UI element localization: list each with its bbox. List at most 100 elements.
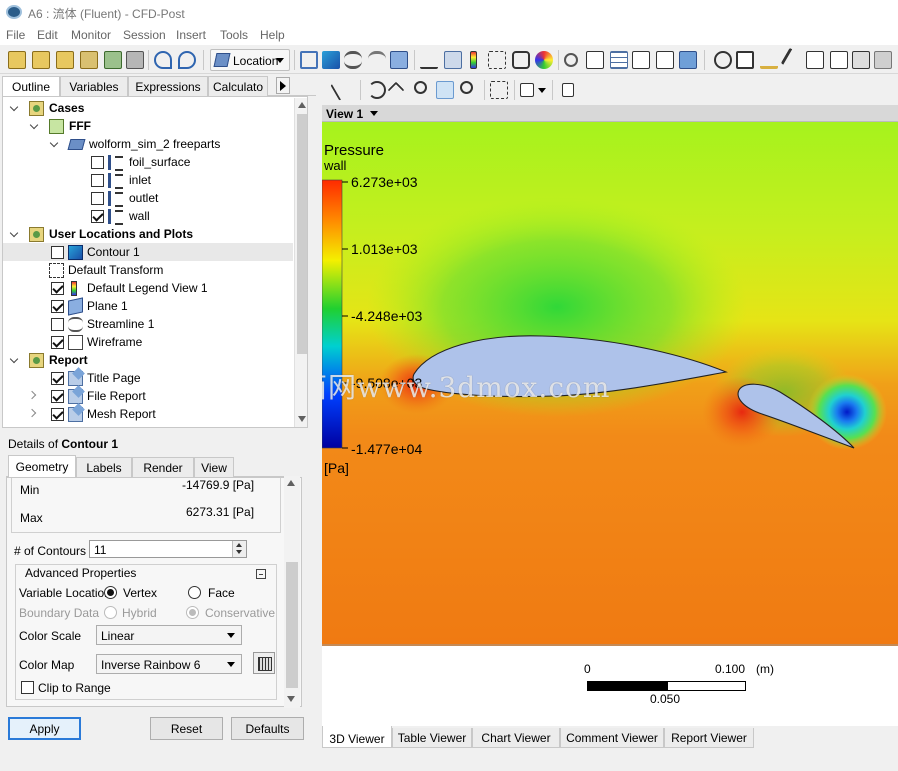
legend-icon[interactable]	[470, 51, 477, 69]
tree-item-boundary[interactable]: wall	[3, 207, 293, 225]
new-case-icon[interactable]	[8, 51, 26, 69]
tree-item-plane[interactable]: Plane 1	[3, 297, 293, 316]
zoom-box-icon[interactable]	[436, 81, 454, 99]
scroll-up-icon[interactable]	[287, 480, 295, 486]
timestep-clock-icon[interactable]	[714, 51, 732, 69]
visibility-checkbox[interactable]	[91, 210, 104, 223]
spin-arrows-icon[interactable]	[232, 541, 246, 557]
expand-arrow-icon[interactable]	[51, 139, 60, 148]
scroll-down-icon[interactable]	[298, 416, 306, 422]
vector-icon[interactable]	[300, 51, 318, 69]
scrollbar-thumb[interactable]	[297, 114, 307, 354]
expand-arrow-icon[interactable]	[31, 121, 40, 130]
tree-item-contour[interactable]: Contour 1	[3, 243, 293, 261]
contours-stepper[interactable]: 11	[89, 540, 247, 558]
load-results-icon[interactable]	[56, 51, 74, 69]
animation-icon[interactable]	[736, 51, 754, 69]
volume-render-icon[interactable]	[390, 51, 408, 69]
reset-button[interactable]: Reset	[150, 717, 223, 740]
quick-edit-icon[interactable]	[760, 51, 778, 69]
streamline-icon[interactable]	[344, 51, 362, 69]
scroll-up-icon[interactable]	[298, 102, 306, 108]
scroll-down-icon[interactable]	[287, 696, 295, 702]
coord-frame-icon[interactable]	[444, 51, 462, 69]
visibility-checkbox[interactable]	[51, 390, 64, 403]
tab-comment-viewer[interactable]: Comment Viewer	[560, 728, 664, 748]
particle-track-icon[interactable]	[368, 51, 386, 69]
rotate-icon[interactable]	[368, 81, 386, 99]
spin-up-icon[interactable]	[236, 543, 242, 547]
menu-session[interactable]: Session	[123, 28, 166, 42]
variable-icon[interactable]	[564, 53, 578, 67]
mesh-calculator-icon[interactable]	[852, 51, 870, 69]
view-header[interactable]: View 1	[322, 105, 898, 122]
clip-plane-icon[interactable]	[512, 51, 530, 69]
color-map-select[interactable]: Inverse Rainbow 6	[96, 654, 242, 674]
menu-file[interactable]: File	[6, 28, 25, 42]
tab-report-viewer[interactable]: Report Viewer	[664, 728, 754, 748]
tree-item-user-locations[interactable]: User Locations and Plots	[3, 225, 293, 243]
text-icon[interactable]	[420, 51, 438, 69]
color-map-icon[interactable]	[535, 51, 553, 69]
tree-item-boundary[interactable]: inlet	[3, 171, 293, 189]
pan-icon[interactable]	[387, 81, 405, 99]
chevron-down-icon[interactable]	[538, 88, 546, 93]
expand-arrow-icon[interactable]	[11, 103, 20, 112]
visibility-checkbox[interactable]	[91, 174, 104, 187]
tab-view[interactable]: View	[194, 457, 234, 477]
visibility-checkbox[interactable]	[51, 282, 64, 295]
comment-icon[interactable]	[656, 51, 674, 69]
tab-table-viewer[interactable]: Table Viewer	[392, 728, 472, 748]
vertex-radio[interactable]	[104, 586, 117, 599]
menu-tools[interactable]: Tools	[220, 28, 248, 42]
details-scrollbar[interactable]	[284, 476, 300, 708]
visibility-checkbox[interactable]	[51, 372, 64, 385]
spin-down-icon[interactable]	[236, 550, 242, 554]
tree-scrollbar[interactable]	[294, 98, 307, 427]
fit-view-icon[interactable]	[490, 81, 508, 99]
tab-outline[interactable]: Outline	[2, 76, 60, 97]
tree-item-mesh-report[interactable]: Mesh Report	[3, 405, 293, 423]
expression-icon[interactable]	[586, 51, 604, 69]
color-scale-select[interactable]: Linear	[96, 625, 242, 645]
tab-chart-viewer[interactable]: Chart Viewer	[472, 728, 560, 748]
tab-render[interactable]: Render	[132, 457, 194, 477]
scrollbar-thumb[interactable]	[286, 562, 298, 688]
tree-item-cases[interactable]: Cases	[3, 99, 293, 117]
tree-item-wireframe[interactable]: Wireframe	[3, 333, 293, 351]
menu-help[interactable]: Help	[260, 28, 285, 42]
menu-insert[interactable]: Insert	[176, 28, 206, 42]
visibility-checkbox[interactable]	[51, 408, 64, 421]
tab-scroll-right-icon[interactable]	[276, 77, 290, 94]
visibility-checkbox[interactable]	[91, 192, 104, 205]
expand-arrow-icon[interactable]	[11, 229, 20, 238]
select-cursor-icon[interactable]	[330, 79, 350, 101]
tree-item-title-page[interactable]: Title Page	[3, 369, 293, 387]
screenshot-icon[interactable]	[126, 51, 144, 69]
tab-calculators[interactable]: Calculato	[208, 76, 268, 96]
macro-calculator-icon[interactable]	[830, 51, 848, 69]
menu-edit[interactable]: Edit	[37, 28, 58, 42]
zoom-icon[interactable]	[414, 81, 427, 94]
expand-arrow-icon[interactable]	[11, 355, 20, 364]
table-icon[interactable]	[610, 51, 628, 69]
face-radio[interactable]	[188, 586, 201, 599]
defaults-button[interactable]: Defaults	[231, 717, 304, 740]
viewport-layout-icon[interactable]	[520, 83, 534, 97]
visibility-checkbox[interactable]	[91, 156, 104, 169]
chevron-down-icon[interactable]	[370, 111, 378, 116]
visibility-checkbox[interactable]	[51, 246, 64, 259]
tree-item-boundary[interactable]: foil_surface	[3, 153, 293, 171]
apply-button[interactable]: Apply	[8, 717, 81, 740]
location-dropdown-button[interactable]: Location	[210, 49, 290, 71]
visibility-checkbox[interactable]	[51, 318, 64, 331]
refresh-icon[interactable]	[104, 51, 122, 69]
color-map-editor-button[interactable]	[253, 652, 275, 674]
probe-icon[interactable]	[780, 47, 806, 73]
clip-to-range-checkbox[interactable]	[21, 681, 34, 694]
tab-expressions[interactable]: Expressions	[128, 76, 208, 96]
tab-geometry[interactable]: Geometry	[8, 455, 76, 478]
tab-3d-viewer[interactable]: 3D Viewer	[322, 726, 392, 748]
collapsed-arrow-icon[interactable]	[29, 391, 38, 400]
contour-icon[interactable]	[322, 51, 340, 69]
